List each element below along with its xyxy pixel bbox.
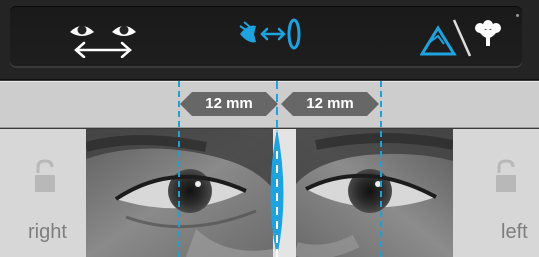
eyes-distance-button[interactable]	[64, 14, 154, 58]
toolbar	[0, 0, 539, 80]
lens-axis-marker[interactable]	[262, 81, 292, 257]
near-far-vision-icon	[420, 19, 501, 57]
unlock-icon[interactable]	[495, 159, 517, 193]
eye-lens-distance-icon	[239, 18, 301, 50]
left-side-panel: left	[453, 129, 539, 257]
eyes-distance-icon	[70, 25, 136, 58]
near-far-vision-button[interactable]	[420, 14, 506, 58]
right-pupil-guide-line[interactable]	[178, 81, 180, 257]
left-pupil-guide-line[interactable]	[380, 81, 382, 257]
eye-lens-distance-button[interactable]	[234, 14, 324, 58]
right-side-label: right	[28, 221, 67, 243]
status-dot	[516, 14, 519, 17]
left-eye-photo	[296, 129, 453, 257]
unlock-icon[interactable]	[34, 159, 56, 193]
left-side-label: left	[501, 221, 528, 243]
right-side-panel: right	[0, 129, 86, 257]
left-distance-tag[interactable]: 12 mm	[281, 92, 379, 116]
